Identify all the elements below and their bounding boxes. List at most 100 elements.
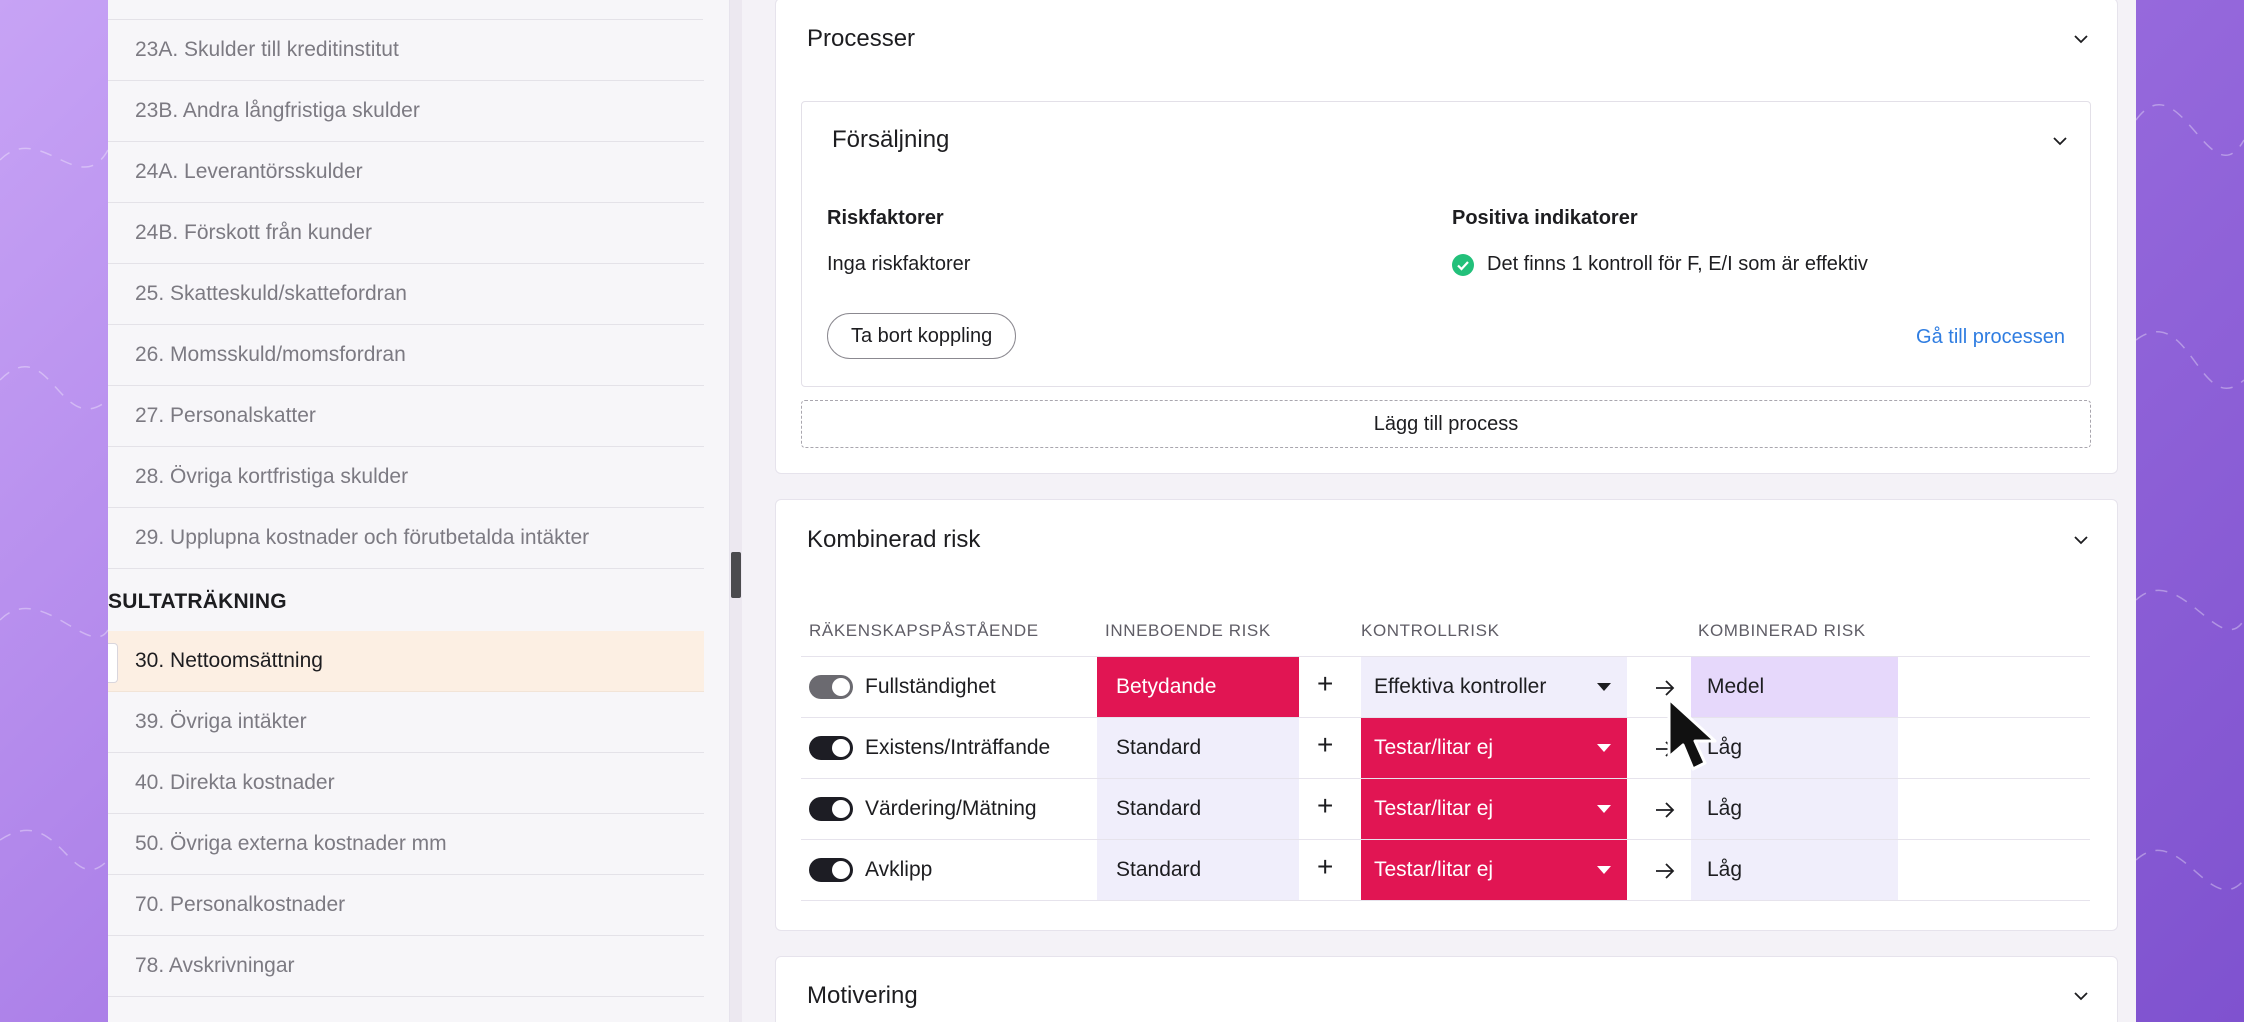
sidebar-item-label: 25. Skatteskuld/skattefordran xyxy=(135,282,407,305)
sidebar-item-78[interactable]: 78. Avskrivningar xyxy=(108,936,704,997)
assertion-label: Värdering/Mätning xyxy=(865,797,1037,820)
process-title: Försäljning xyxy=(832,126,950,153)
chevron-down-icon[interactable] xyxy=(2074,989,2088,1003)
sidebar-item-27[interactable]: 27. Personalskatter xyxy=(108,386,704,447)
process-card-forsaljning: Försäljning Riskfaktorer Inga riskfaktor… xyxy=(801,101,2091,387)
sidebar-item-label: 70. Personalkostnader xyxy=(135,893,346,916)
assertion-toggle[interactable] xyxy=(809,797,853,821)
sidebar-item-24a[interactable]: 24A. Leverantörsskulder xyxy=(108,142,704,203)
positive-indicator-text: Det finns 1 kontroll för F, E/I som är e… xyxy=(1487,253,1868,275)
sidebar-item-23b[interactable]: 23B. Andra långfristiga skulder xyxy=(108,81,704,142)
control-risk-value: Effektiva kontroller xyxy=(1374,675,1547,698)
sidebar-item-24b[interactable]: 24B. Förskott från kunder xyxy=(108,203,704,264)
motivering-card: Motivering xyxy=(775,956,2118,1022)
combined-risk-value: Medel xyxy=(1707,675,1765,698)
assertion-toggle[interactable] xyxy=(809,675,853,699)
assertion-label: Fullständighet xyxy=(865,675,996,698)
combined-risk-value: Låg xyxy=(1707,797,1743,820)
chevron-down-icon[interactable] xyxy=(2074,533,2088,547)
assertion-toggle[interactable] xyxy=(809,736,853,760)
caret-down-icon xyxy=(1597,744,1611,752)
risk-factors-heading: Riskfaktorer xyxy=(827,207,944,229)
sidebar-item-label: 23A. Skulder till kreditinstitut xyxy=(135,38,399,61)
control-risk-value: Testar/litar ej xyxy=(1374,858,1494,881)
sidebar-item-26[interactable]: 26. Momsskuld/momsfordran xyxy=(108,325,704,386)
risk-factors-text: Inga riskfaktorer xyxy=(827,253,971,275)
processer-card: Processer Försäljning Riskfaktorer Inga … xyxy=(775,0,2118,474)
goto-process-link[interactable]: Gå till processen xyxy=(1916,326,2065,349)
sidebar-item-30[interactable]: 30. Nettoomsättning xyxy=(108,631,704,692)
sidebar-item-label: 24B. Förskott från kunder xyxy=(135,221,372,244)
check-circle-icon xyxy=(1452,254,1474,276)
sidebar-item-label: 27. Personalskatter xyxy=(135,404,316,427)
row-divider xyxy=(801,900,2090,901)
inherent-risk-value: Standard xyxy=(1116,858,1202,881)
sidebar: 23A. Skulder till kreditinstitut 23B. An… xyxy=(108,0,730,1022)
plus-icon: + xyxy=(1317,851,1334,882)
sidebar-item-25[interactable]: 25. Skatteskuld/skattefordran xyxy=(108,264,704,325)
plus-icon: + xyxy=(1317,790,1334,821)
control-risk-select[interactable]: Testar/litar ej xyxy=(1361,779,1627,839)
inherent-risk-value: Betydande xyxy=(1116,675,1217,698)
sidebar-item-label: 24A. Leverantörsskulder xyxy=(135,160,363,183)
caret-down-icon xyxy=(1597,683,1611,691)
header-combined-risk: KOMBINERAD RISK xyxy=(1698,621,1866,640)
inherent-risk-cell: Standard xyxy=(1097,718,1299,778)
sidebar-item-label: 78. Avskrivningar xyxy=(135,954,295,977)
header-control-risk: KONTROLLRISK xyxy=(1361,621,1500,640)
sidebar-item-39[interactable]: 39. Övriga intäkter xyxy=(108,692,704,753)
sidebar-scroll-thumb[interactable] xyxy=(731,552,741,598)
control-risk-select[interactable]: Testar/litar ej xyxy=(1361,840,1627,900)
arrow-right-icon xyxy=(1654,801,1676,819)
arrow-right-icon xyxy=(1654,862,1676,880)
combined-risk-cell: Låg xyxy=(1691,718,1898,778)
control-risk-select[interactable]: Testar/litar ej xyxy=(1361,718,1627,778)
motivering-title: Motivering xyxy=(807,982,918,1009)
sidebar-item-label: 30. Nettoomsättning xyxy=(135,649,323,672)
kombinerad-risk-title: Kombinerad risk xyxy=(807,526,981,553)
chevron-down-icon[interactable] xyxy=(2053,134,2067,148)
header-assertion: RÄKENSKAPSPÅSTÅENDE xyxy=(809,621,1039,640)
assertion-toggle[interactable] xyxy=(809,858,853,882)
sidebar-item-label: 28. Övriga kortfristiga skulder xyxy=(135,465,409,488)
inherent-risk-cell: Betydande xyxy=(1097,657,1299,717)
sidebar-item-28[interactable]: 28. Övriga kortfristiga skulder xyxy=(108,447,704,508)
sidebar-item-70[interactable]: 70. Personalkostnader xyxy=(108,875,704,936)
control-risk-value: Testar/litar ej xyxy=(1374,797,1494,820)
combined-risk-value: Låg xyxy=(1707,736,1743,759)
remove-link-button[interactable]: Ta bort koppling xyxy=(827,313,1017,359)
combined-risk-cell: Medel xyxy=(1691,657,1898,717)
inherent-risk-cell: Standard xyxy=(1097,779,1299,839)
assertion-label: Avklipp xyxy=(865,858,933,881)
header-inherent-risk: INNEBOENDE RISK xyxy=(1105,621,1271,640)
inherent-risk-cell: Standard xyxy=(1097,840,1299,900)
chevron-down-icon[interactable] xyxy=(2074,32,2088,46)
arrow-right-icon xyxy=(1654,740,1676,758)
sidebar-item-label: 50. Övriga externa kostnader mm xyxy=(135,832,447,855)
sidebar-item-label: 39. Övriga intäkter xyxy=(135,710,307,733)
plus-icon: + xyxy=(1317,729,1334,760)
inherent-risk-value: Standard xyxy=(1116,736,1202,759)
positive-indicators-heading: Positiva indikatorer xyxy=(1452,207,1638,229)
sidebar-scroll-track[interactable] xyxy=(730,0,742,1022)
sidebar-item-label: 26. Momsskuld/momsfordran xyxy=(135,343,406,366)
control-risk-value: Testar/litar ej xyxy=(1374,736,1494,759)
processer-title: Processer xyxy=(807,25,916,52)
arrow-right-icon xyxy=(1654,679,1676,697)
inherent-risk-value: Standard xyxy=(1116,797,1202,820)
assertion-label: Existens/Inträffande xyxy=(865,736,1051,759)
sidebar-item-40[interactable]: 40. Direkta kostnader xyxy=(108,753,704,814)
sidebar-item-23a[interactable]: 23A. Skulder till kreditinstitut xyxy=(108,20,704,81)
combined-risk-cell: Låg xyxy=(1691,840,1898,900)
sidebar-item-label: 29. Upplupna kostnader och förutbetalda … xyxy=(135,526,590,549)
combined-risk-cell: Låg xyxy=(1691,779,1898,839)
sidebar-item-50[interactable]: 50. Övriga externa kostnader mm xyxy=(108,814,704,875)
add-process-button[interactable]: Lägg till process xyxy=(801,400,2091,448)
sidebar-item-label: 23B. Andra långfristiga skulder xyxy=(135,99,420,122)
control-risk-select[interactable]: Effektiva kontroller xyxy=(1361,657,1627,717)
combined-risk-value: Låg xyxy=(1707,858,1743,881)
caret-down-icon xyxy=(1597,866,1611,874)
sidebar-item-29[interactable]: 29. Upplupna kostnader och förutbetalda … xyxy=(108,508,704,569)
sidebar-section-heading: SULTATRÄKNING xyxy=(108,590,287,613)
caret-down-icon xyxy=(1597,805,1611,813)
